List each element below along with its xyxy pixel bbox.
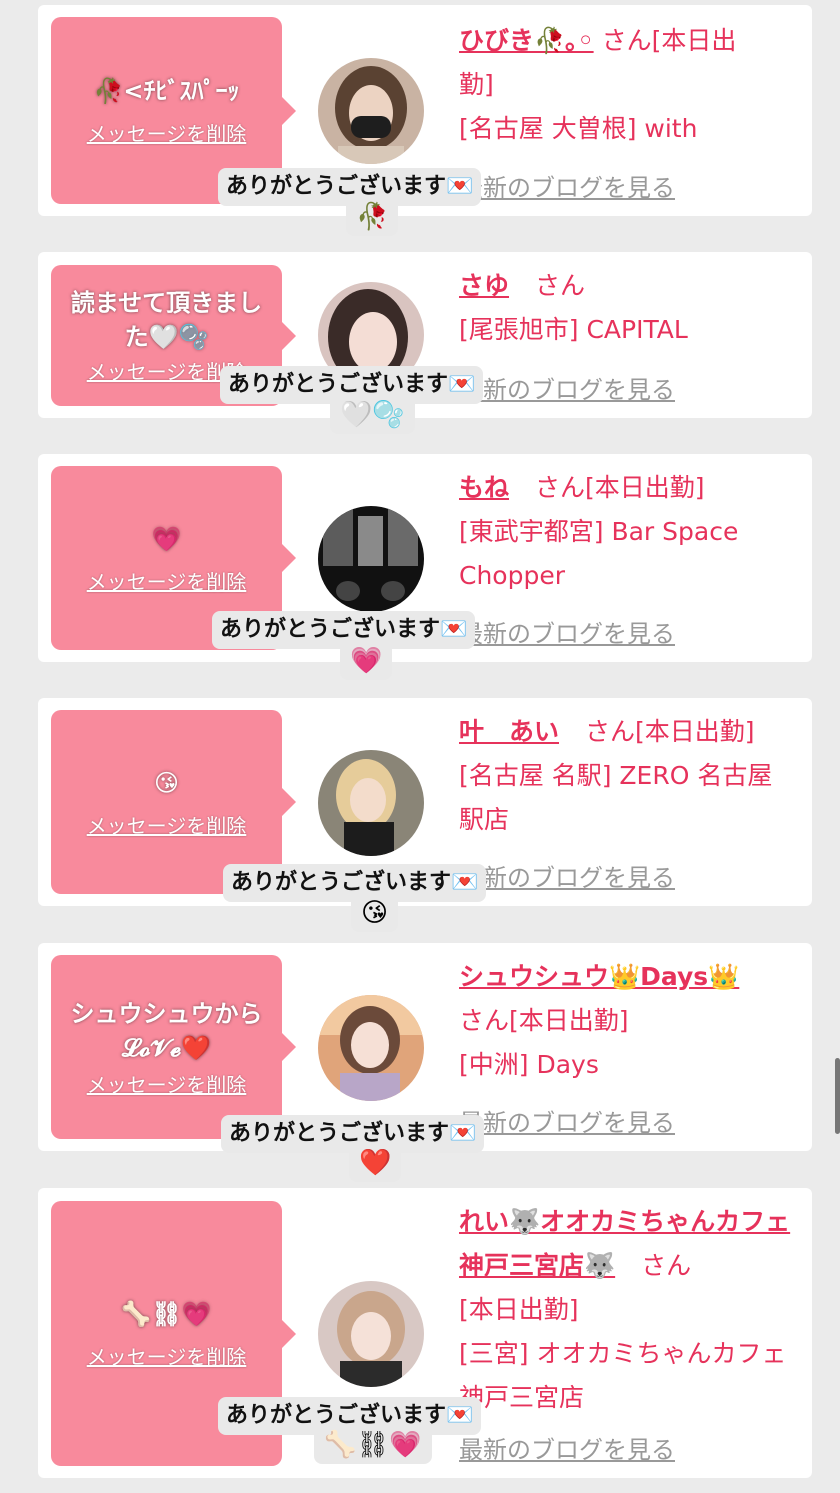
cast-name-link[interactable]: 叶 あい [459, 717, 559, 746]
honorific: さん[本日出勤] [459, 1006, 629, 1035]
avatar[interactable] [318, 1281, 424, 1387]
delete-message-link[interactable]: メッセージを削除 [87, 1069, 247, 1098]
message-bubble: シュウシュウから𝓛𝓸𝓥𝓮❤️ メッセージを削除 [51, 955, 296, 1139]
honorific: さん[本日出勤] [584, 717, 755, 746]
shop-name: [三宮] オオカミちゃんカフェ神戸三宮店 [459, 1339, 787, 1412]
shift-status: [本日出勤] [459, 1295, 579, 1324]
message-card: 😘 メッセージを削除 叶 あい さん[本日出勤] [名古屋 名駅] ZERO 名… [38, 698, 812, 932]
cast-info: 叶 あい さん[本日出勤] [名古屋 名駅] ZERO 名古屋 駅店 [459, 710, 804, 842]
scrollbar[interactable] [835, 1058, 840, 1134]
delete-message-link[interactable]: メッセージを削除 [87, 810, 247, 839]
shop-name: [名古屋 名駅] ZERO 名古屋 [459, 761, 773, 790]
message-text: 😘 [153, 768, 180, 797]
cast-name-link[interactable]: れい🐺オオカミちゃんカフェ神戸三宮店🐺 [459, 1207, 790, 1280]
honorific: さん [641, 1251, 692, 1280]
cast-info: もね さん[本日出勤] [東武宇都宮] Bar Space Chopper [459, 466, 804, 598]
shop-name: [尾張旭市] CAPITAL [459, 315, 688, 344]
delete-message-link[interactable]: メッセージを削除 [87, 1341, 247, 1370]
honorific: さん [534, 271, 585, 300]
avatar[interactable] [318, 58, 424, 164]
honorific: さん [601, 26, 652, 55]
shop-name: [名古屋 大曽根] with [459, 114, 698, 143]
message-card: 読ませて頂きました🤍🫧 メッセージを削除 さゆ さん [尾張旭市] CAPITA… [38, 252, 812, 434]
reaction-emoji: 🥀 [346, 198, 399, 236]
cast-name-link[interactable]: ひびき🥀｡◦ [459, 26, 594, 55]
message-text: 🦴⛓💗 [121, 1300, 212, 1328]
message-text: 🥀<ﾁﾋﾞｽﾊﾟｰｯ [93, 77, 240, 105]
blog-link[interactable]: 最新のブログを見る [459, 614, 675, 649]
avatar[interactable] [318, 995, 424, 1101]
shop-name: 駅店 [459, 805, 510, 834]
message-card: 🦴⛓💗 メッセージを削除 れい🐺オオカミちゃんカフェ神戸三宮店🐺 さん [本日出… [38, 1188, 812, 1478]
delete-message-link[interactable]: メッセージを削除 [87, 566, 247, 595]
blog-link[interactable]: 最新のブログを見る [459, 1430, 675, 1465]
cast-info: れい🐺オオカミちゃんカフェ神戸三宮店🐺 さん [本日出勤] [三宮] オオカミち… [459, 1200, 804, 1420]
shift-status: 勤] [459, 70, 494, 99]
message-text: 読ませて頂きました🤍🫧 [70, 289, 263, 351]
shop-name: [東武宇都宮] Bar Space [459, 517, 739, 546]
cast-name-link[interactable]: さゆ [459, 271, 509, 300]
reaction-emoji: ❤️ [349, 1144, 402, 1182]
blog-link[interactable]: 最新のブログを見る [459, 168, 675, 203]
avatar[interactable] [318, 750, 424, 856]
cast-info: さゆ さん [尾張旭市] CAPITAL [459, 264, 804, 352]
delete-message-link[interactable]: メッセージを削除 [87, 118, 247, 147]
message-card: 🥀<ﾁﾋﾞｽﾊﾟｰｯ メッセージを削除 ひびき🥀｡◦ さん[本日出 勤] [名古… [38, 5, 812, 236]
reaction-emoji: 💗 [340, 642, 393, 680]
honorific: さん[本日出勤] [534, 473, 705, 502]
cast-name-link[interactable]: シュウシュウ👑Days👑 [459, 962, 739, 991]
shift-status: [本日出 [651, 26, 737, 55]
cast-name-link[interactable]: もね [459, 473, 509, 502]
blog-link[interactable]: 最新のブログを見る [459, 858, 675, 893]
message-text: シュウシュウから𝓛𝓸𝓥𝓮❤️ [70, 999, 263, 1062]
cast-info: シュウシュウ👑Days👑 さん[本日出勤] [中洲] Days [459, 955, 804, 1087]
shop-name: [中洲] Days [459, 1050, 599, 1079]
shop-name: Chopper [459, 561, 565, 590]
blog-link[interactable]: 最新のブログを見る [459, 1103, 675, 1138]
message-card: シュウシュウから𝓛𝓸𝓥𝓮❤️ メッセージを削除 シュウシュウ👑Days👑 さん[… [38, 943, 812, 1182]
avatar[interactable] [318, 506, 424, 612]
message-card: 💗 メッセージを削除 もね さん[本日出勤] [東武宇都宮] Bar Space… [38, 454, 812, 680]
reaction-emoji: 🦴⛓💗 [314, 1426, 432, 1464]
reaction-emoji: 😘 [351, 894, 399, 932]
message-text: 💗 [151, 524, 182, 553]
reaction-emoji: 🤍🫧 [330, 396, 415, 434]
cast-info: ひびき🥀｡◦ さん[本日出 勤] [名古屋 大曽根] with [459, 19, 804, 151]
blog-link[interactable]: 最新のブログを見る [459, 370, 675, 405]
